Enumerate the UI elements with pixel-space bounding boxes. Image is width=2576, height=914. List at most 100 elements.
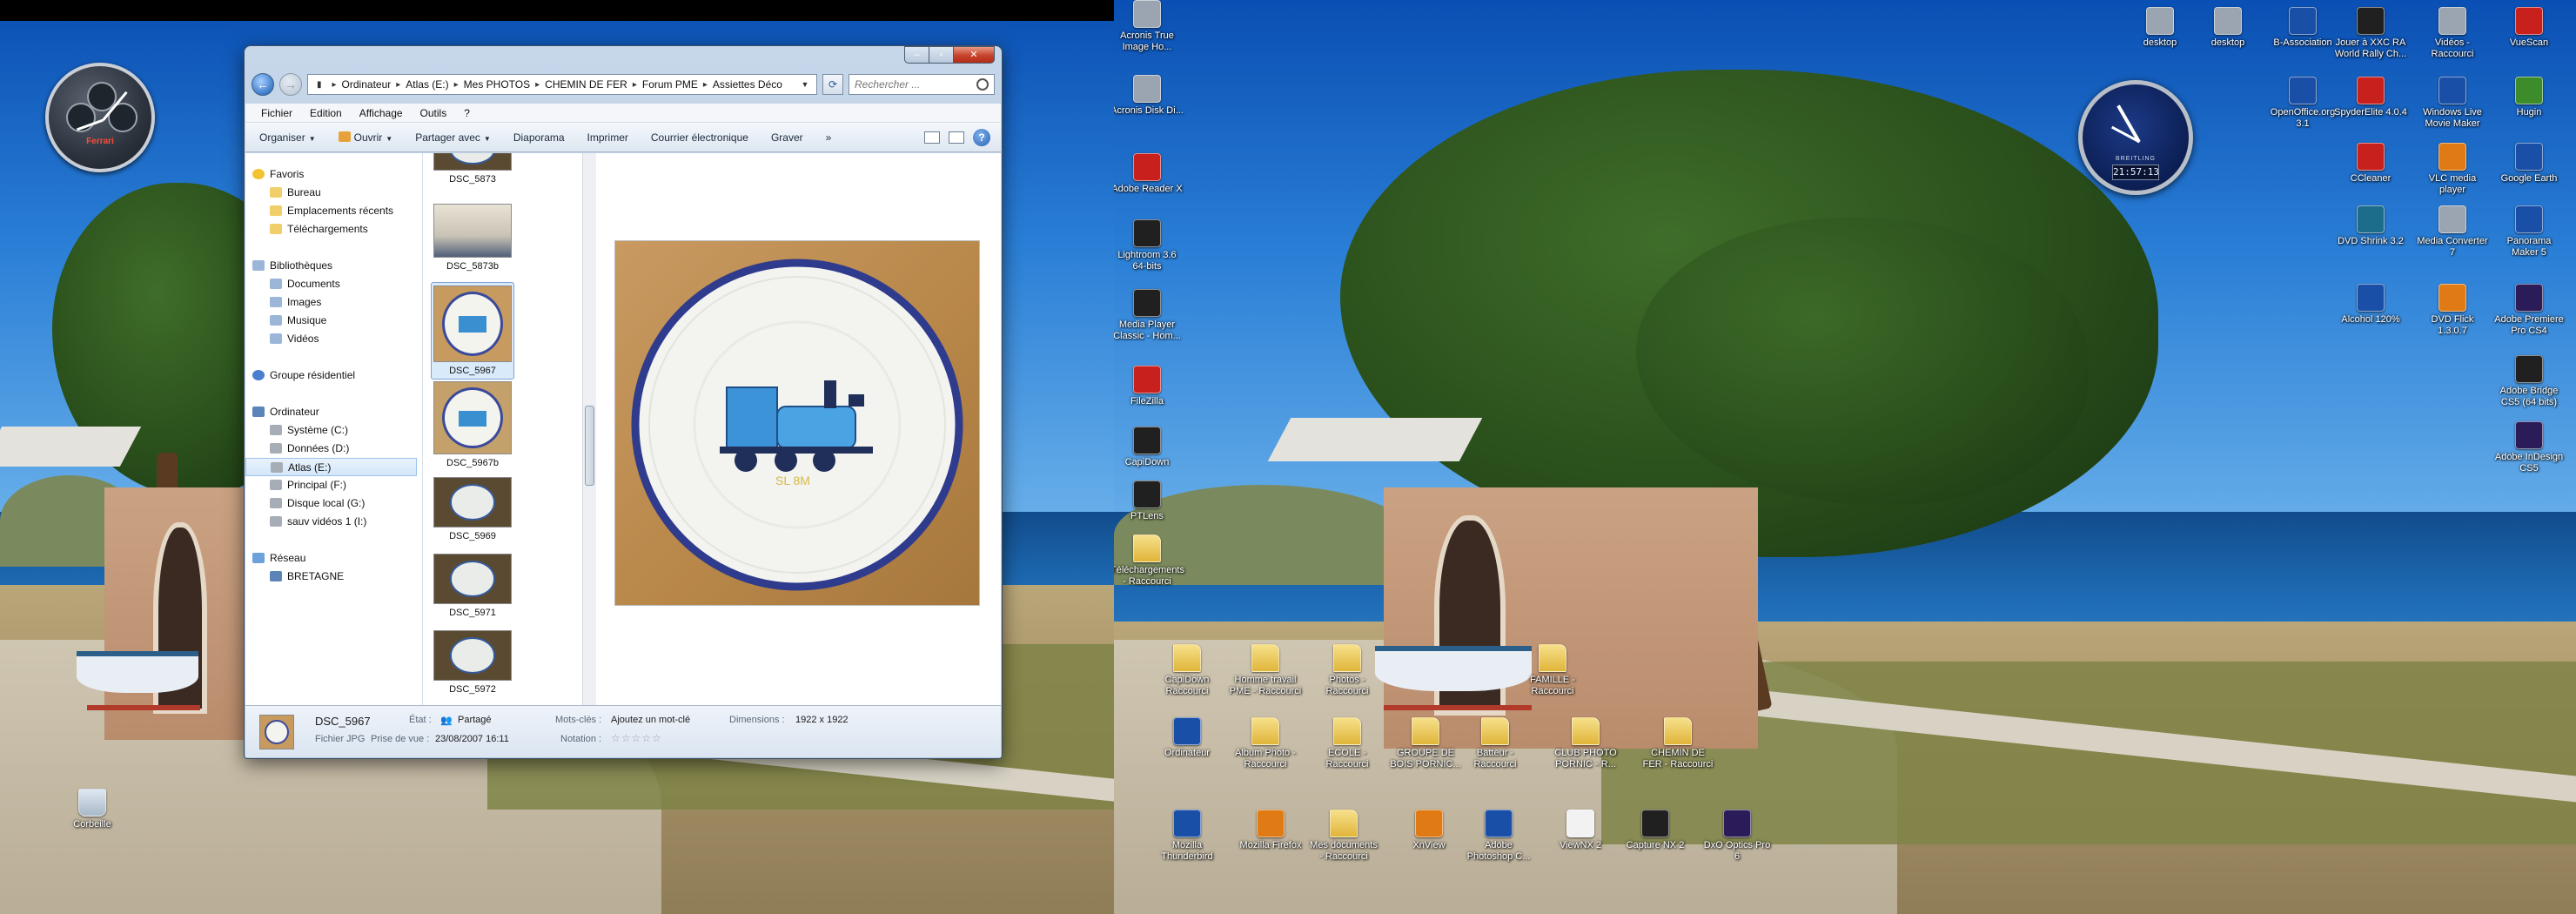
- menu-edition[interactable]: Edition: [310, 107, 342, 119]
- desktop-shortcut[interactable]: Capture NX 2: [1619, 810, 1692, 851]
- desktop-shortcut[interactable]: SpyderElite 4.0.4: [2334, 77, 2407, 118]
- desktop-shortcut[interactable]: Google Earth: [2492, 143, 2566, 185]
- desktop-shortcut[interactable]: Media Player Classic - Hom...: [1114, 289, 1184, 342]
- file-thumbnail[interactable]: DSC_5969: [431, 477, 514, 541]
- address-bar[interactable]: ▮ ▸ Ordinateur ▸ Atlas (E:) ▸ Mes PHOTOS…: [307, 74, 817, 95]
- file-thumbnail-selected[interactable]: DSC_5967: [431, 282, 514, 380]
- desktop-shortcut[interactable]: Ordinateur: [1150, 717, 1224, 759]
- nav-computer[interactable]: Ordinateur: [245, 403, 422, 421]
- desktop-shortcut[interactable]: Téléchargements - Raccourci: [1114, 534, 1184, 588]
- desktop-shortcut[interactable]: CLUB PHOTO PORNIC - R...: [1549, 717, 1622, 770]
- nav-network[interactable]: Réseau: [245, 549, 422, 568]
- file-thumbnail[interactable]: DSC_5873b: [431, 204, 514, 272]
- share-button[interactable]: Partager avec ▼: [415, 131, 491, 144]
- nav-drive-g[interactable]: Disque local (G:): [245, 494, 422, 513]
- file-thumbnail[interactable]: DSC_5971: [431, 554, 514, 618]
- refresh-button[interactable]: ⟳: [822, 74, 843, 95]
- desktop-shortcut[interactable]: VueScan: [2492, 7, 2566, 49]
- desktop-shortcut[interactable]: Homme travail PME - Raccourci: [1229, 644, 1302, 697]
- clock-gadget-right[interactable]: BREITLING 21:57:13: [2078, 80, 2193, 195]
- desktop-shortcut[interactable]: PTLens: [1114, 481, 1184, 522]
- chevron-right-icon[interactable]: ▸: [454, 80, 459, 90]
- desktop-shortcut[interactable]: Lightroom 3.6 64-bits: [1114, 219, 1184, 272]
- search-input[interactable]: [855, 78, 976, 91]
- nav-drive-i[interactable]: sauv vidéos 1 (I:): [245, 513, 422, 531]
- desktop-shortcut[interactable]: DVD Shrink 3.2: [2334, 205, 2407, 247]
- explorer-window[interactable]: – ▫ ✕ ← → ▮ ▸ Ordinateur ▸ Atlas (E:) ▸ …: [244, 45, 1003, 759]
- desktop-shortcut[interactable]: Photos - Raccourci: [1311, 644, 1384, 697]
- desktop-shortcut[interactable]: OpenOffice.org 3.1: [2266, 77, 2339, 130]
- desktop-shortcut[interactable]: DVD Flick 1.3.0.7: [2416, 284, 2489, 337]
- desktop-shortcut[interactable]: Adobe Reader X: [1114, 153, 1184, 195]
- menu-help[interactable]: ?: [464, 107, 470, 119]
- file-thumbnail[interactable]: DSC_5972: [431, 630, 514, 695]
- nav-item-videos[interactable]: Vidéos: [245, 330, 422, 348]
- nav-item-music[interactable]: Musique: [245, 312, 422, 330]
- desktop-shortcut[interactable]: Acronis Disk Di...: [1114, 75, 1184, 117]
- desktop-shortcut[interactable]: Acronis True Image Ho...: [1114, 0, 1184, 53]
- desktop-shortcut[interactable]: VLC media player: [2416, 143, 2489, 196]
- details-rating-stars[interactable]: ☆☆☆☆☆: [611, 732, 662, 744]
- search-box[interactable]: [849, 74, 995, 95]
- desktop-shortcut[interactable]: Batteur - Raccourci: [1459, 717, 1532, 770]
- nav-item-bureau[interactable]: Bureau: [245, 184, 422, 202]
- forward-button[interactable]: →: [279, 73, 302, 96]
- email-button[interactable]: Courrier électronique: [651, 131, 748, 144]
- breadcrumb-atlas[interactable]: Atlas (E:): [406, 78, 448, 91]
- desktop-shortcut[interactable]: Mozilla Thunderbird: [1150, 810, 1224, 863]
- burn-button[interactable]: Graver: [771, 131, 803, 144]
- desktop-shortcut[interactable]: Adobe Bridge CS5 (64 bits): [2492, 355, 2566, 408]
- file-thumbnail[interactable]: DSC_5967b: [431, 381, 514, 468]
- desktop-shortcut[interactable]: FileZilla: [1114, 366, 1184, 407]
- file-thumbnail[interactable]: DSC_5873: [431, 153, 514, 185]
- desktop-shortcut[interactable]: Album Photo - Raccourci: [1229, 717, 1302, 770]
- maximize-button[interactable]: ▫: [929, 46, 953, 64]
- help-icon[interactable]: ?: [973, 128, 990, 146]
- print-button[interactable]: Imprimer: [587, 131, 628, 144]
- more-commands-button[interactable]: »: [826, 131, 832, 144]
- breadcrumb-assiettes-deco[interactable]: Assiettes Déco: [713, 78, 782, 91]
- breadcrumb-chemin-de-fer[interactable]: CHEMIN DE FER: [545, 78, 627, 91]
- breadcrumb-forum-pme[interactable]: Forum PME: [642, 78, 698, 91]
- desktop-shortcut[interactable]: Alcohol 120%: [2334, 284, 2407, 326]
- chevron-right-icon[interactable]: ▸: [396, 80, 400, 90]
- details-keywords-value[interactable]: Ajoutez un mot-clé: [611, 715, 690, 725]
- desktop-shortcut[interactable]: CapiDown Raccourci: [1150, 644, 1224, 697]
- close-button[interactable]: ✕: [953, 46, 995, 64]
- nav-item-recent[interactable]: Emplacements récents: [245, 202, 422, 220]
- desktop-shortcut[interactable]: CHEMIN DE FER - Raccourci: [1641, 717, 1714, 770]
- breadcrumb-computer[interactable]: Ordinateur: [342, 78, 392, 91]
- desktop-shortcut[interactable]: Vidéos - Raccourci: [2416, 7, 2489, 60]
- chevron-down-icon[interactable]: ▼: [797, 80, 813, 89]
- preview-pane-icon[interactable]: [949, 131, 964, 144]
- desktop-shortcut[interactable]: Mozilla Firefox: [1234, 810, 1307, 851]
- slideshow-button[interactable]: Diaporama: [513, 131, 565, 144]
- desktop-shortcut[interactable]: desktop: [2123, 7, 2197, 49]
- nav-item-documents[interactable]: Documents: [245, 275, 422, 293]
- clock-gadget-left[interactable]: Ferrari: [45, 63, 155, 172]
- view-options-icon[interactable]: [924, 131, 940, 144]
- desktop-shortcut[interactable]: ViewNX 2: [1544, 810, 1617, 851]
- nav-item-downloads[interactable]: Téléchargements: [245, 220, 422, 239]
- menu-fichier[interactable]: Fichier: [261, 107, 292, 119]
- desktop-shortcut[interactable]: CCleaner: [2334, 143, 2407, 185]
- desktop-shortcut[interactable]: desktop: [2191, 7, 2264, 49]
- desktop-shortcut[interactable]: CapiDown: [1114, 427, 1184, 468]
- desktop-shortcut[interactable]: ECOLE - Raccourci: [1311, 717, 1384, 770]
- desktop-shortcut[interactable]: GROUPE DE BOIS PORNIC...: [1389, 717, 1462, 770]
- desktop-shortcut[interactable]: DxO Optics Pro 6: [1701, 810, 1774, 863]
- desktop-shortcut[interactable]: Adobe InDesign CS5: [2492, 421, 2566, 474]
- nav-drive-e[interactable]: Atlas (E:): [245, 458, 417, 476]
- nav-drive-d[interactable]: Données (D:): [245, 440, 422, 458]
- desktop-shortcut[interactable]: Adobe Photoshop C...: [1462, 810, 1535, 863]
- chevron-right-icon[interactable]: ▸: [535, 80, 540, 90]
- open-button[interactable]: Ouvrir ▼: [338, 131, 392, 144]
- desktop-shortcut[interactable]: Adobe Premiere Pro CS4: [2492, 284, 2566, 337]
- menu-affichage[interactable]: Affichage: [359, 107, 403, 119]
- desktop-shortcut[interactable]: Hugin: [2492, 77, 2566, 118]
- desktop-shortcut[interactable]: FAMILLE - Raccourci: [1516, 644, 1589, 697]
- nav-libraries[interactable]: Bibliothèques: [245, 257, 422, 275]
- back-button[interactable]: ←: [252, 73, 274, 96]
- organize-button[interactable]: Organiser ▼: [259, 131, 316, 144]
- desktop-shortcut[interactable]: Media Converter 7: [2416, 205, 2489, 259]
